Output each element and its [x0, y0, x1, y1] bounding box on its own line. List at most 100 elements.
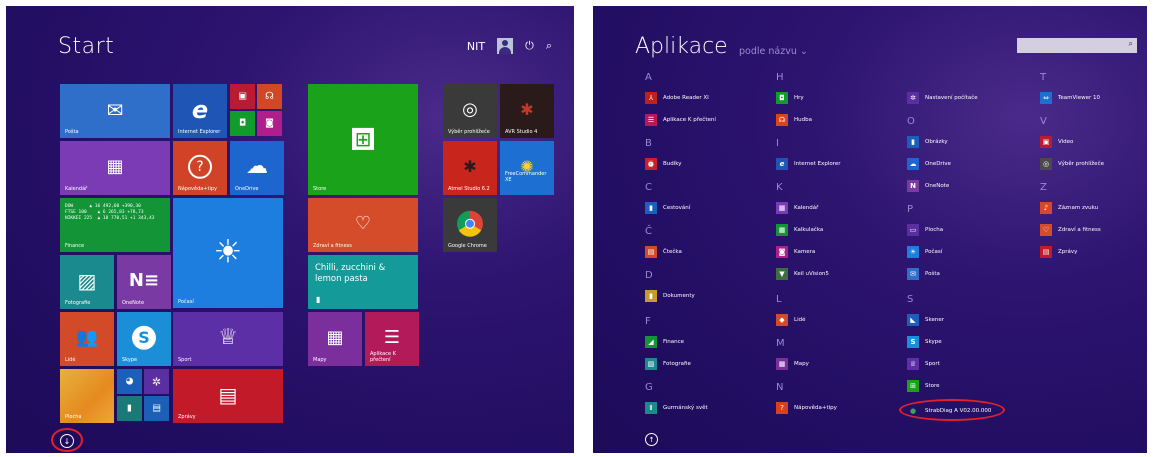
tile-atmel-studio[interactable]: ✱ Atmel Studio 6.2	[443, 141, 497, 195]
tile-aplikace-k-precteni[interactable]: ☰ Aplikace K přečtení	[365, 312, 419, 366]
back-to-start-up-arrow-icon[interactable]: ↑	[645, 433, 658, 446]
tile-vyber-prohlizece[interactable]: ◎ Výběr prohlížeče	[443, 84, 497, 138]
letter-header-l[interactable]: L	[776, 294, 782, 305]
tile-kalendar[interactable]: ▦ Kalendář	[60, 141, 170, 195]
tile-skype[interactable]: S Skype	[117, 312, 171, 366]
tile-small-2[interactable]: ▮	[117, 396, 142, 421]
app-hry[interactable]: ◘ Hry	[776, 92, 804, 104]
tile-hry[interactable]: ◘	[230, 111, 255, 136]
tile-small-1[interactable]: ◕	[117, 369, 142, 394]
app-lide[interactable]: ◆ Lidé	[776, 314, 805, 326]
tile-fotografie[interactable]: ▨ Fotografie	[60, 255, 114, 309]
letter-header-f[interactable]: F	[645, 316, 651, 327]
letter-header-k[interactable]: K	[776, 182, 783, 193]
tile-plocha[interactable]: Plocha	[60, 369, 114, 423]
app-onedrive[interactable]: ☁ OneDrive	[907, 158, 951, 170]
tile-kamera[interactable]: ◙	[257, 111, 282, 136]
letter-header-d[interactable]: D	[645, 270, 653, 281]
app-kalkulacka[interactable]: ▦ Kalkulačka	[776, 224, 823, 236]
tile-posta[interactable]: ✉ Pošta	[60, 84, 170, 138]
app-nastaveni-pocitace[interactable]: ✲ Nastavení počítače	[907, 92, 978, 104]
app-ctecka[interactable]: ▤ Čtečka	[645, 246, 682, 258]
app-internet-explorer[interactable]: e Internet Explorer	[776, 158, 841, 170]
app-posta[interactable]: ✉ Pošta	[907, 268, 940, 280]
tile-freecommander[interactable]: ✺ FreeCommander XE	[500, 141, 554, 195]
app-napoveda-tipy[interactable]: ? Nápověda+tipy	[776, 402, 837, 414]
app-video[interactable]: ▣ Video	[1040, 136, 1073, 148]
tile-small-3[interactable]: ▤	[144, 396, 169, 421]
user-name[interactable]: NIT	[467, 40, 485, 53]
tile-pocasi[interactable]: ☀ Počasí	[173, 198, 283, 308]
app-label: Video	[1058, 139, 1074, 145]
app-gurmansky-svet[interactable]: Ⅱ Gurmánský svět	[645, 402, 708, 414]
letter-header-s[interactable]: S	[907, 294, 913, 305]
tile-store[interactable]: ⊞ Store	[308, 84, 418, 195]
letter-header-n[interactable]: N	[776, 382, 783, 393]
app-dokumenty[interactable]: ▮ Dokumenty	[645, 290, 695, 302]
search-icon[interactable]: ⌕	[1129, 39, 1133, 49]
tile-google-chrome[interactable]: Google Chrome	[443, 198, 497, 252]
apps-search-input[interactable]: ⌕	[1017, 38, 1137, 53]
app-plocha[interactable]: ▭ Plocha	[907, 224, 943, 236]
tile-internet-explorer[interactable]: e Internet Explorer	[173, 84, 227, 138]
sort-by-name-dropdown[interactable]: podle názvu ⌄	[739, 46, 808, 57]
letter-header-b[interactable]: B	[645, 138, 652, 149]
tile-hudba[interactable]: ☊	[257, 84, 282, 109]
letter-header-g[interactable]: G	[645, 382, 653, 393]
app-teamviewer[interactable]: ⇔ TeamViewer 10	[1040, 92, 1100, 104]
tile-label: FreeCommander XE	[505, 171, 547, 183]
app-cestovani[interactable]: ▮ Cestování	[645, 202, 690, 214]
tile-nastaveni[interactable]: ✲	[144, 369, 169, 394]
tile-finance[interactable]: DOW ▲ 16 492,60 +390,30 FTSE 100 ▲ 6 265…	[60, 198, 170, 252]
tile-napoveda[interactable]: ? Nápověda+tipy	[173, 141, 227, 195]
app-obrazky[interactable]: ▮ Obrázky	[907, 136, 948, 148]
letter-header-c-caron[interactable]: Č	[645, 226, 652, 237]
app-onenote[interactable]: N OneNote	[907, 180, 949, 192]
app-hudba[interactable]: ☊ Hudba	[776, 114, 812, 126]
tile-label: Zprávy	[178, 414, 196, 420]
letter-header-m[interactable]: M	[776, 338, 785, 349]
power-icon[interactable]: ⏻	[525, 39, 534, 53]
app-aplikace-k-precteni[interactable]: ☰ Aplikace K přečtení	[645, 114, 716, 126]
app-skype[interactable]: S Skype	[907, 336, 942, 348]
letter-header-v[interactable]: V	[1040, 116, 1047, 127]
app-zpravy[interactable]: ▤ Zprávy	[1040, 246, 1077, 258]
app-zaznam-zvuku[interactable]: ♪ Záznam zvuku	[1040, 202, 1098, 214]
tile-onedrive[interactable]: ☁ OneDrive	[230, 141, 284, 195]
app-pocasi[interactable]: ☀ Počasí	[907, 246, 942, 258]
app-budiky[interactable]: ⏰ Budíky	[645, 158, 682, 170]
letter-header-c[interactable]: C	[645, 182, 652, 193]
app-kamera[interactable]: ◙ Kamera	[776, 246, 815, 258]
tile-zpravy[interactable]: ▤ Zprávy	[173, 369, 283, 423]
tile-onenote[interactable]: N≡ OneNote	[117, 255, 171, 309]
app-vyber-prohlizece[interactable]: ◎ Výběr prohlížeče	[1040, 158, 1104, 170]
tile-avr-studio[interactable]: ✱ AVR Studio 4	[500, 84, 554, 138]
app-zdravi-fitness[interactable]: ♡ Zdraví a fitness	[1040, 224, 1101, 236]
tile-label: Finance	[65, 243, 85, 249]
app-sport[interactable]: ♕ Sport	[907, 358, 940, 370]
letter-header-t[interactable]: T	[1040, 72, 1046, 83]
tile-recipe[interactable]: Chilli, zucchini & lemon pasta ▮	[308, 255, 418, 309]
letter-header-o[interactable]: O	[907, 116, 915, 127]
letter-header-h[interactable]: H	[776, 72, 784, 83]
app-mapy[interactable]: ▦ Mapy	[776, 358, 809, 370]
letter-header-a[interactable]: A	[645, 72, 652, 83]
tile-zdravi[interactable]: ♡ Zdraví a fitness	[308, 198, 418, 252]
letter-header-i[interactable]: I	[776, 138, 779, 149]
app-fotografie[interactable]: ▨ Fotografie	[645, 358, 691, 370]
tile-lide[interactable]: 👥 Lidé	[60, 312, 114, 366]
app-finance[interactable]: ◢ Finance	[645, 336, 684, 348]
app-skener[interactable]: ◣ Skener	[907, 314, 944, 326]
search-icon[interactable]: ⌕	[546, 39, 552, 53]
app-keil-uvision[interactable]: ▼ Keil uVision5	[776, 268, 829, 280]
app-adobe-reader[interactable]: ⅄ Adobe Reader XI	[645, 92, 709, 104]
tile-sport[interactable]: ♕ Sport	[173, 312, 283, 366]
food-icon: ▮	[316, 295, 321, 305]
user-avatar-icon[interactable]	[497, 38, 514, 54]
tile-video[interactable]: ▣	[230, 84, 255, 109]
app-store[interactable]: ⊞ Store	[907, 380, 940, 392]
app-kalendar[interactable]: ▦ Kalendář	[776, 202, 818, 214]
letter-header-p[interactable]: P	[907, 204, 913, 215]
letter-header-z[interactable]: Z	[1040, 182, 1047, 193]
tile-mapy[interactable]: ▦ Mapy	[308, 312, 362, 366]
